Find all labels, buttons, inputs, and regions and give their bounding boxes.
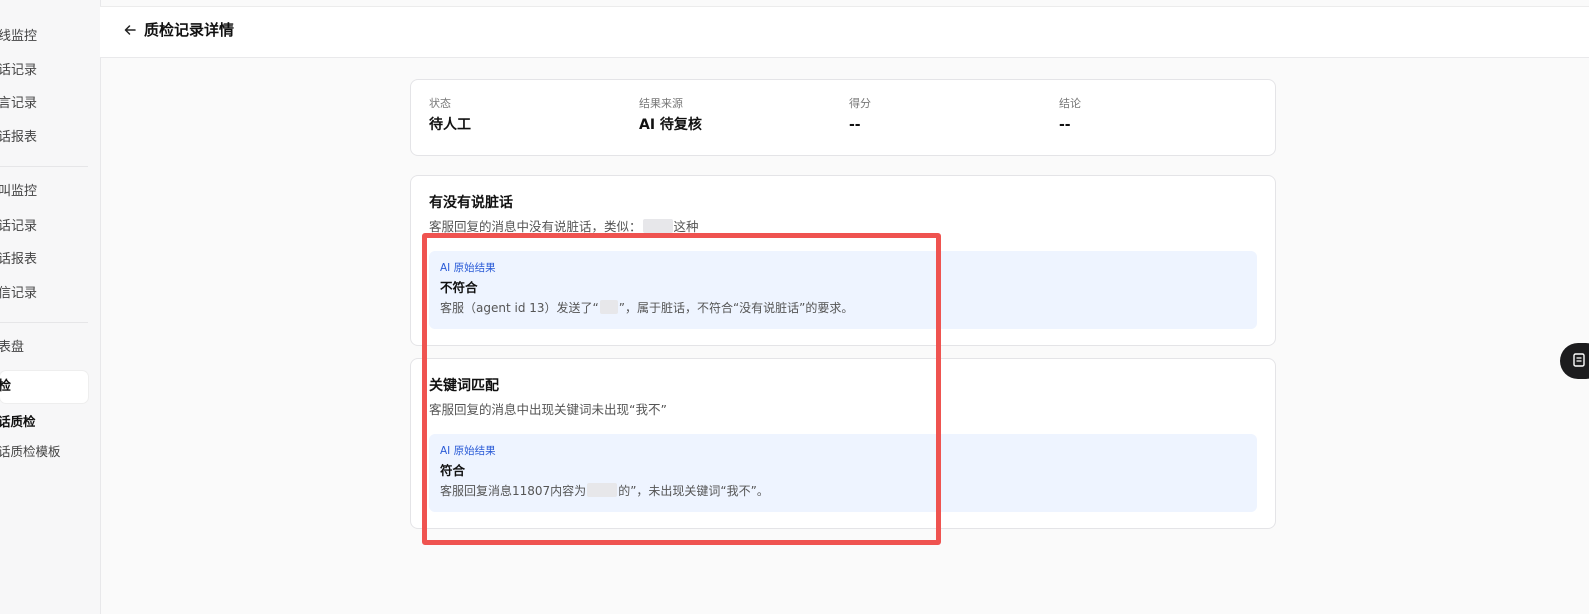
sidebar-divider — [0, 166, 88, 167]
redacted-text — [587, 483, 618, 497]
ai-reason: 客服回复消息11807内容为 的”，未出现关键词“我不”。 — [440, 483, 769, 500]
summary-value: -- — [1059, 117, 1071, 133]
summary-value: -- — [849, 117, 861, 133]
summary-label: 状态 — [429, 97, 451, 110]
sidebar-subitem-active[interactable]: 话质检 — [0, 413, 36, 431]
ai-verdict: 符合 — [440, 463, 466, 478]
sidebar: 线监控 话记录 言记录 话报表 叫监控 话记录 话报表 信记录 表盘 检 话质检… — [0, 0, 101, 614]
summary-label: 得分 — [849, 97, 871, 110]
rule-card: 有没有说脏话 客服回复的消息中没有说脏话，类似： 这种 AI 原始结果 不符合 客… — [410, 175, 1276, 346]
sidebar-item[interactable]: 线监控 — [0, 28, 37, 46]
ai-reason-text: 的”，未出现关键词“我不”。 — [618, 484, 769, 498]
sidebar-item[interactable]: 话记录 — [0, 62, 37, 80]
rule-desc-text: 这种 — [673, 219, 699, 234]
summary-label: 结果来源 — [639, 97, 683, 110]
ai-reason: 客服（agent id 13）发送了“ ”，属于脏话，不符合“没有说脏话”的要求。 — [440, 300, 853, 317]
sidebar-item-active[interactable]: 检 — [0, 378, 11, 396]
ai-result-label: AI 原始结果 — [440, 262, 496, 274]
redacted-text — [642, 219, 673, 233]
rule-card: 关键词匹配 客服回复的消息中出现关键词未出现“我不” AI 原始结果 符合 客服… — [410, 358, 1276, 529]
sidebar-item[interactable]: 话报表 — [0, 129, 37, 147]
arrow-left-icon[interactable] — [122, 22, 138, 38]
summary-score: 得分 -- — [849, 97, 871, 134]
summary-card: 状态 待人工 结果来源 AI 待复核 得分 -- 结论 -- — [410, 79, 1276, 156]
sidebar-item[interactable]: 信记录 — [0, 285, 37, 303]
page-title: 质检记录详情 — [144, 21, 235, 39]
sidebar-active-highlight — [0, 371, 88, 403]
rule-desc-text: 客服回复的消息中没有说脏话，类似： — [429, 219, 642, 234]
sidebar-item[interactable]: 表盘 — [0, 339, 24, 357]
ai-result-label: AI 原始结果 — [440, 445, 496, 457]
rule-title: 关键词匹配 — [429, 378, 499, 394]
ai-reason-text: 客服回复消息11807内容为 — [440, 484, 587, 498]
sidebar-item[interactable]: 言记录 — [0, 95, 37, 113]
floating-help-button[interactable] — [1560, 343, 1589, 379]
sidebar-item[interactable]: 话报表 — [0, 251, 37, 269]
ai-result-box: AI 原始结果 不符合 客服（agent id 13）发送了“ ”，属于脏话，不符… — [429, 251, 1257, 329]
summary-value: 待人工 — [429, 117, 471, 133]
sidebar-item[interactable]: 话记录 — [0, 218, 37, 236]
book-icon — [1573, 352, 1585, 371]
sidebar-item[interactable]: 叫监控 — [0, 183, 37, 201]
summary-conclusion: 结论 -- — [1059, 97, 1081, 134]
summary-source: 结果来源 AI 待复核 — [639, 97, 702, 134]
sidebar-divider — [0, 322, 88, 323]
redacted-text — [599, 300, 618, 314]
page-header: 质检记录详情 — [100, 7, 1589, 58]
ai-result-box: AI 原始结果 符合 客服回复消息11807内容为 的”，未出现关键词“我不”。 — [429, 434, 1257, 512]
ai-verdict: 不符合 — [440, 280, 478, 295]
summary-status: 状态 待人工 — [429, 97, 471, 134]
ai-reason-text: ”，属于脏话，不符合“没有说脏话”的要求。 — [618, 301, 854, 315]
rule-description: 客服回复的消息中没有说脏话，类似： 这种 — [429, 218, 699, 236]
sidebar-subitem[interactable]: 话质检模板 — [0, 443, 61, 461]
rule-description: 客服回复的消息中出现关键词未出现“我不” — [429, 402, 667, 417]
summary-label: 结论 — [1059, 97, 1081, 110]
ai-reason-text: 客服（agent id 13）发送了“ — [440, 301, 599, 315]
rule-title: 有没有说脏话 — [429, 195, 513, 211]
summary-value: AI 待复核 — [639, 117, 702, 133]
